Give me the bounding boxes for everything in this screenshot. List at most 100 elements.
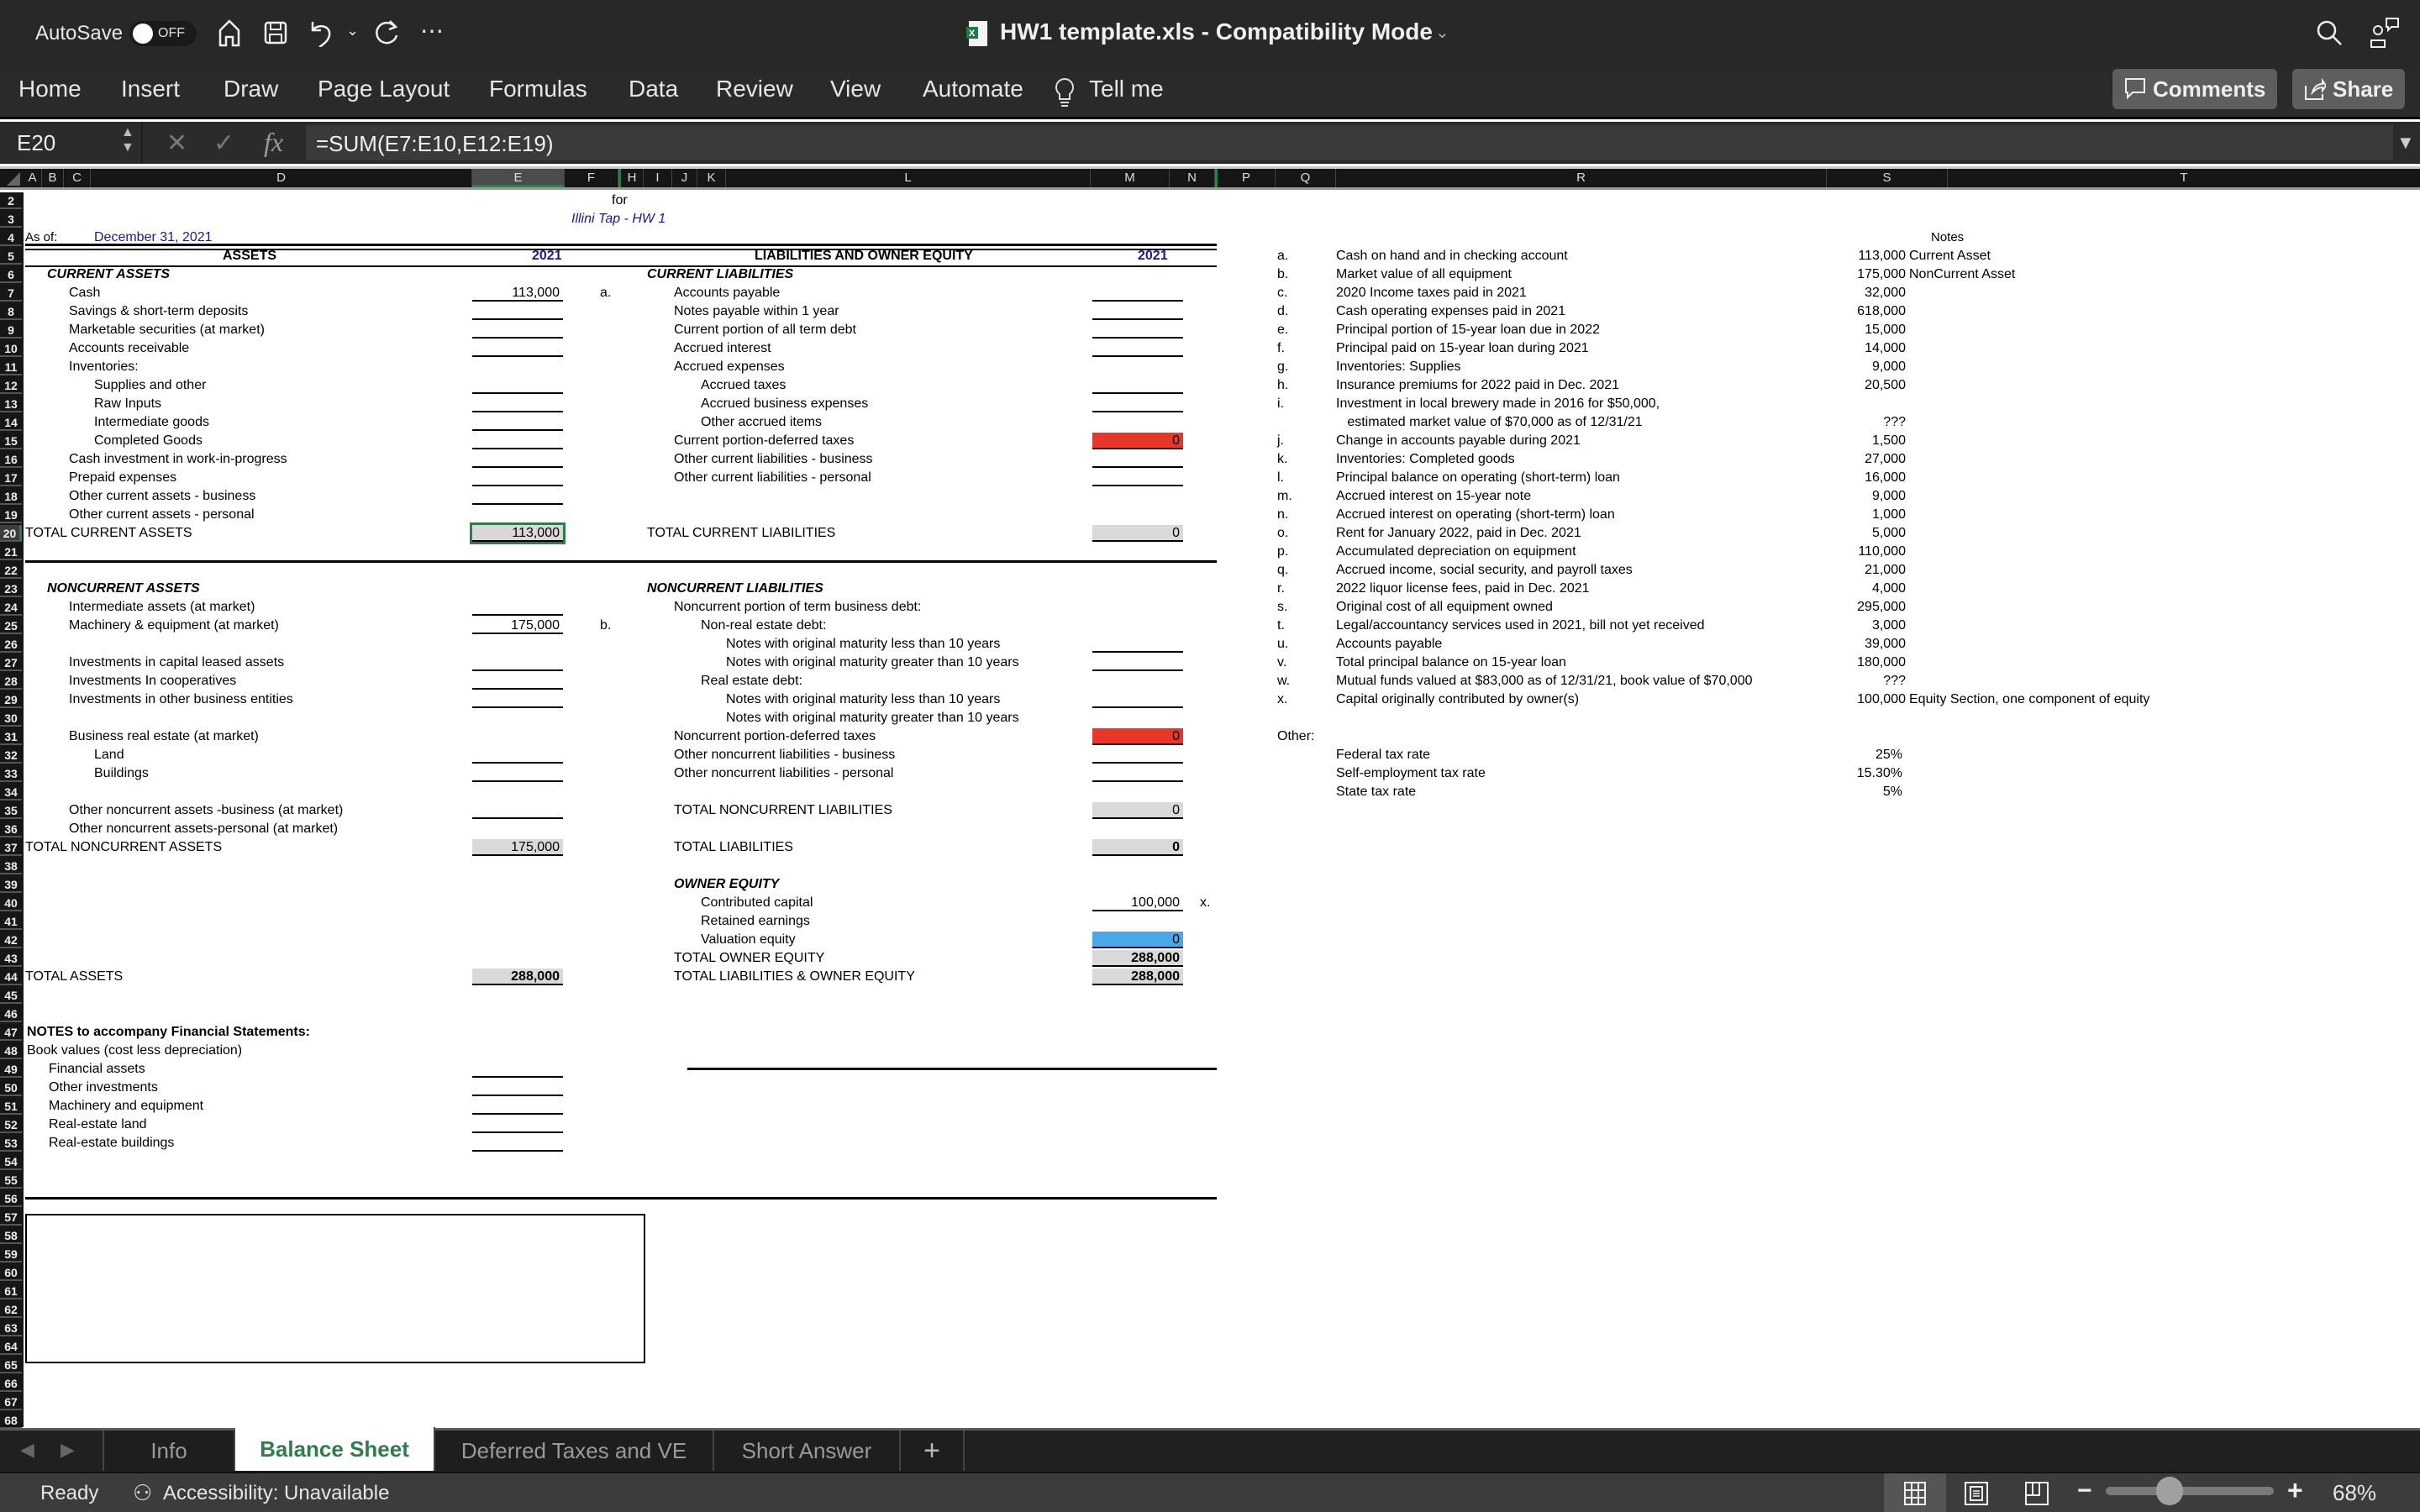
col-header-M[interactable]: M (1091, 169, 1170, 187)
row-header-57[interactable]: 57 (0, 1209, 22, 1226)
share-people-icon[interactable] (2370, 17, 2400, 49)
row-header-11[interactable]: 11 (0, 359, 22, 375)
row-header-36[interactable]: 36 (0, 821, 22, 837)
ribbon-tab-view[interactable]: View (830, 76, 881, 102)
search-icon[interactable] (2315, 18, 2344, 47)
row-header-60[interactable]: 60 (0, 1264, 22, 1281)
row-header-37[interactable]: 37 (0, 839, 22, 856)
add-sheet-button[interactable]: + (901, 1431, 965, 1471)
liability-value-cell[interactable] (1092, 636, 1183, 653)
home-icon[interactable] (217, 18, 242, 47)
more-icon[interactable]: ⋯ (420, 17, 444, 45)
row-header-12[interactable]: 12 (0, 377, 22, 394)
asset-value-cell[interactable] (472, 599, 563, 616)
liability-value-cell[interactable] (1092, 747, 1183, 764)
liability-value-cell[interactable] (1092, 691, 1183, 708)
row-header-9[interactable]: 9 (0, 322, 22, 339)
col-header-D[interactable]: D (91, 169, 472, 187)
col-header-P[interactable]: P (1215, 169, 1276, 187)
notes-item-value[interactable] (472, 1079, 563, 1096)
asset-value-cell[interactable] (472, 691, 563, 708)
liability-value-cell[interactable] (1092, 765, 1183, 782)
formula-input[interactable]: =SUM(E7:E10,E12:E19) (306, 125, 2393, 160)
zoom-level[interactable]: 68% (2333, 1480, 2376, 1506)
row-header-25[interactable]: 25 (0, 617, 22, 634)
notes-item-value[interactable] (472, 1061, 563, 1078)
row-header-45[interactable]: 45 (0, 987, 22, 1004)
row-header-61[interactable]: 61 (0, 1283, 22, 1299)
row-header-4[interactable]: 4 (0, 229, 22, 246)
asset-value-cell[interactable] (472, 470, 563, 486)
page-layout-view-icon[interactable] (1965, 1482, 1988, 1505)
col-header-K[interactable]: K (697, 169, 726, 187)
save-icon[interactable] (263, 20, 288, 45)
ribbon-tab-data[interactable]: Data (629, 76, 678, 102)
asset-value-cell[interactable] (472, 322, 563, 339)
row-header-15[interactable]: 15 (0, 433, 22, 449)
row-header-38[interactable]: 38 (0, 858, 22, 874)
col-header-F[interactable]: F (565, 169, 618, 187)
col-header-N[interactable]: N (1170, 169, 1215, 187)
sheet-grid[interactable]: for Illini Tap - HW 1 As of: December 31… (24, 192, 2420, 1427)
row-header-44[interactable]: 44 (0, 969, 22, 985)
asset-value-cell[interactable]: 175,000 (472, 617, 563, 634)
total-noncurrent-liabilities-value[interactable]: 0 (1092, 802, 1183, 819)
liability-value-cell[interactable] (1092, 396, 1183, 412)
row-header-31[interactable]: 31 (0, 728, 22, 745)
sheet-tab-deferred-taxes[interactable]: Deferred Taxes and VE (435, 1431, 714, 1471)
row-header-35[interactable]: 35 (0, 802, 22, 819)
expand-formula-bar-icon[interactable]: ▼ (2396, 132, 2415, 154)
row-header-10[interactable]: 10 (0, 340, 22, 357)
select-all-corner[interactable] (0, 169, 24, 187)
ribbon-tab-home[interactable]: Home (18, 76, 82, 102)
liability-value-cell[interactable] (1092, 303, 1183, 320)
ribbon-tab-automate[interactable]: Automate (923, 76, 1023, 102)
ribbon-tab-formulas[interactable]: Formulas (489, 76, 587, 102)
row-header-53[interactable]: 53 (0, 1135, 22, 1152)
liability-value-cell[interactable] (1092, 470, 1183, 486)
row-header-67[interactable]: 67 (0, 1394, 22, 1410)
equity-value-cell[interactable]: 100,000 (1092, 895, 1183, 911)
row-header-43[interactable]: 43 (0, 950, 22, 967)
row-header-51[interactable]: 51 (0, 1098, 22, 1115)
row-header-64[interactable]: 64 (0, 1338, 22, 1355)
liability-value-cell[interactable] (1092, 377, 1183, 394)
asset-value-cell[interactable] (472, 396, 563, 412)
row-header-49[interactable]: 49 (0, 1061, 22, 1078)
name-box-stepper-icon[interactable]: ▲ ▼ (121, 125, 134, 155)
row-header-7[interactable]: 7 (0, 285, 22, 302)
share-button[interactable]: Share (2292, 69, 2406, 109)
asset-value-cell[interactable] (472, 488, 563, 505)
sheet-tab-info[interactable]: Info (103, 1431, 235, 1471)
accessibility-icon[interactable]: ⚇ (133, 1480, 152, 1506)
confirm-formula-icon[interactable]: ✓ (213, 129, 234, 158)
undo-dropdown-icon[interactable]: ⌄ (346, 22, 359, 39)
col-header-T[interactable]: T (1948, 169, 2420, 187)
asset-value-cell[interactable] (472, 507, 563, 523)
row-header-62[interactable]: 62 (0, 1301, 22, 1318)
zoom-slider-thumb[interactable] (2156, 1477, 2183, 1505)
row-header-40[interactable]: 40 (0, 895, 22, 911)
col-header-Q[interactable]: Q (1276, 169, 1336, 187)
row-header-58[interactable]: 58 (0, 1227, 22, 1244)
col-header-I[interactable]: I (644, 169, 672, 187)
row-header-48[interactable]: 48 (0, 1042, 22, 1059)
row-header-18[interactable]: 18 (0, 488, 22, 505)
fx-icon[interactable]: fx (264, 127, 283, 158)
asset-value-cell[interactable] (472, 414, 563, 431)
row-header-3[interactable]: 3 (0, 211, 22, 228)
row-header-54[interactable]: 54 (0, 1153, 22, 1170)
asset-value-cell[interactable]: 113,000 (472, 285, 563, 302)
autosave-toggle[interactable]: OFF (129, 21, 197, 46)
row-header-27[interactable]: 27 (0, 654, 22, 671)
col-header-S[interactable]: S (1827, 169, 1948, 187)
col-header-B[interactable]: B (42, 169, 64, 187)
zoom-slider-track[interactable] (2106, 1487, 2274, 1495)
row-header-68[interactable]: 68 (0, 1412, 22, 1429)
cancel-formula-icon[interactable]: ✕ (166, 129, 187, 158)
row-header-39[interactable]: 39 (0, 876, 22, 893)
total-noncurrent-assets-value[interactable]: 175,000 (472, 839, 563, 856)
equity-value-cell[interactable]: 0 (1092, 932, 1183, 948)
document-title[interactable]: HW1 template.xls - Compatibility Mode (1000, 18, 1433, 45)
normal-view-button[interactable] (1884, 1473, 1946, 1512)
